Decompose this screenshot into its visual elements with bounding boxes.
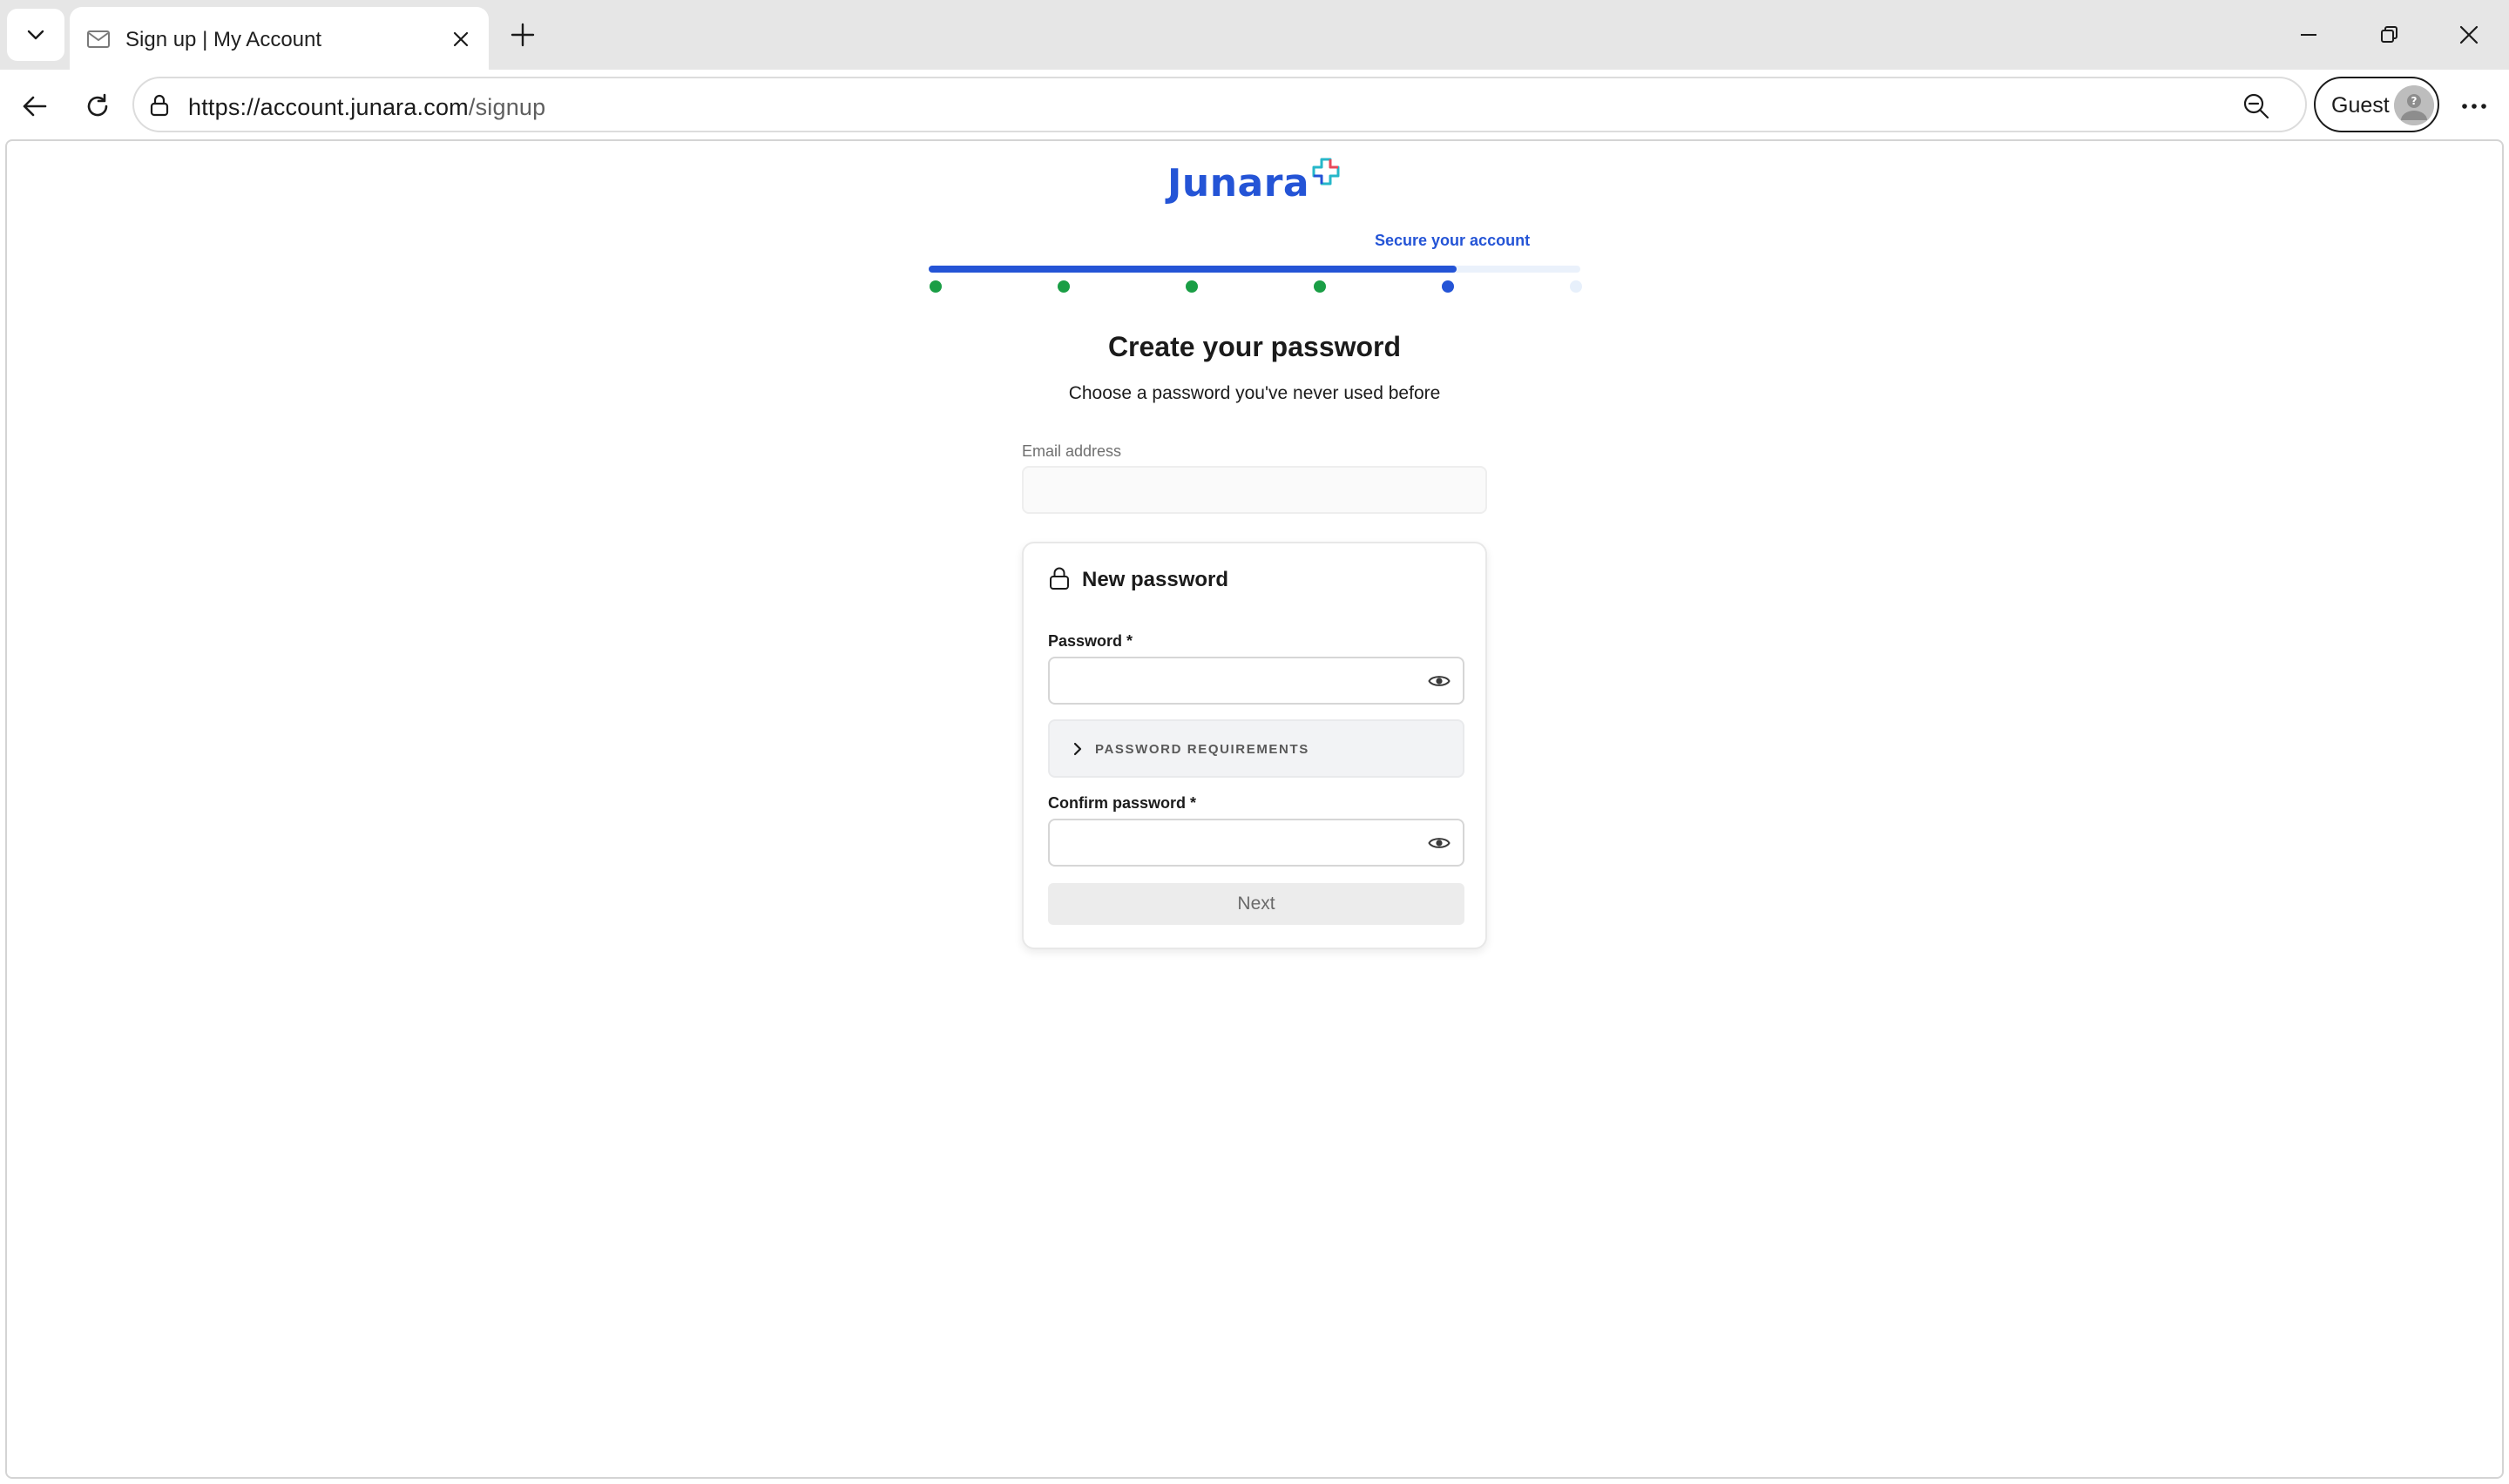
email-field[interactable] — [1022, 466, 1487, 514]
brand-logo[interactable]: Junara — [1167, 153, 1341, 206]
show-confirm-password-button[interactable] — [1424, 828, 1454, 858]
url-host: https://account.junara.com — [188, 94, 469, 120]
step-dot-4 — [1314, 280, 1326, 293]
more-horizontal-icon — [2462, 104, 2486, 109]
browser-tab[interactable]: Sign up | My Account — [70, 7, 489, 70]
mail-icon — [87, 30, 110, 48]
guest-avatar-icon: ? — [2394, 85, 2434, 125]
lock-icon — [1050, 567, 1069, 590]
chevron-right-icon — [1073, 742, 1082, 756]
page-title: Create your password — [1107, 331, 1402, 362]
address-bar[interactable]: https://account.junara.com/signup — [132, 77, 2307, 132]
step-dot-2 — [1058, 280, 1070, 293]
profile-label: Guest — [2331, 93, 2390, 118]
confirm-password-label: Confirm password * — [1048, 794, 1197, 812]
current-step-label: Secure your account — [1375, 232, 1531, 249]
back-button[interactable] — [16, 87, 54, 125]
restore-icon — [2381, 26, 2397, 43]
minimize-icon — [2301, 34, 2316, 36]
url-text: https://account.junara.com/signup — [188, 94, 545, 121]
svg-text:?: ? — [2411, 95, 2418, 107]
step-dot-1 — [930, 280, 942, 293]
more-options-button[interactable] — [2455, 87, 2493, 125]
card-title: New password — [1082, 568, 1229, 591]
minimize-button[interactable] — [2274, 12, 2343, 57]
close-icon — [2459, 25, 2479, 44]
step-dot-3 — [1186, 280, 1198, 293]
url-path: /signup — [468, 94, 546, 120]
close-window-button[interactable] — [2434, 12, 2504, 57]
brand-name: Junara — [1167, 161, 1310, 206]
password-requirements-toggle[interactable]: PASSWORD REQUIREMENTS — [1048, 719, 1464, 778]
password-requirements-label: PASSWORD REQUIREMENTS — [1095, 742, 1309, 757]
new-tab-button[interactable] — [505, 17, 540, 52]
next-button[interactable]: Next — [1048, 883, 1464, 925]
step-dot-5 — [1442, 280, 1454, 293]
browser-titlebar: Sign up | My Account — [0, 0, 2509, 70]
zoom-out-icon — [2243, 93, 2269, 119]
new-password-card: New password Password * PASSWORD REQUIRE… — [1022, 542, 1487, 949]
eye-icon — [1428, 676, 1451, 686]
plus-icon — [511, 23, 535, 47]
close-icon — [453, 31, 469, 47]
lock-icon — [150, 94, 169, 117]
reload-icon — [87, 93, 108, 117]
arrow-left-icon — [23, 96, 47, 117]
password-field[interactable] — [1048, 657, 1464, 705]
confirm-password-field[interactable] — [1048, 819, 1464, 867]
browser-toolbar: https://account.junara.com/signup Guest … — [0, 70, 2509, 139]
tab-search-button[interactable] — [7, 9, 64, 61]
page-subtitle: Choose a password you've never used befo… — [1068, 383, 1441, 403]
tab-close-button[interactable] — [446, 24, 476, 54]
restore-button[interactable] — [2354, 12, 2424, 57]
tab-title: Sign up | My Account — [125, 28, 322, 51]
zoom-button[interactable] — [2241, 91, 2272, 122]
reload-button[interactable] — [78, 87, 117, 125]
step-dot-6 — [1570, 280, 1582, 293]
eye-icon — [1428, 838, 1451, 848]
show-password-button[interactable] — [1424, 666, 1454, 696]
signup-progress-bar — [929, 266, 1580, 273]
email-label: Email address — [1022, 442, 1122, 460]
profile-button[interactable]: Guest ? — [2314, 77, 2439, 132]
password-label: Password * — [1048, 632, 1133, 650]
medical-cross-icon — [1312, 158, 1340, 186]
progress-fill — [929, 266, 1457, 273]
site-info-button[interactable] — [146, 92, 172, 118]
chevron-down-icon — [27, 30, 44, 40]
